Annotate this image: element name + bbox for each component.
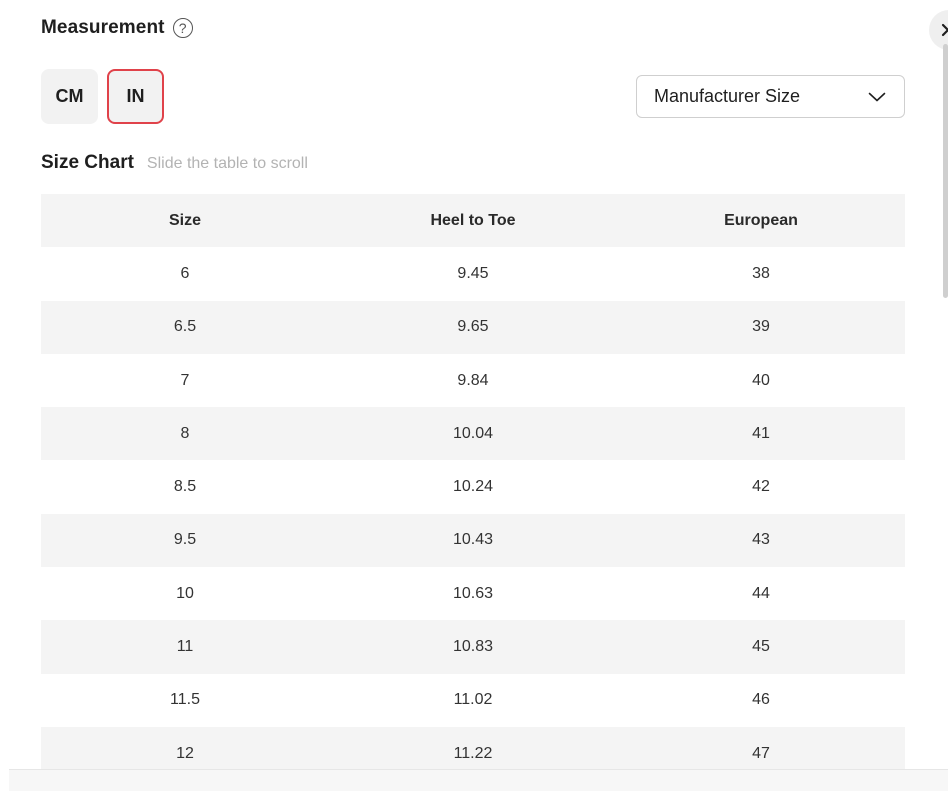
cell-size: 11.5 [41, 673, 329, 727]
size-type-select[interactable]: Manufacturer Size [636, 75, 905, 118]
table-row: 12 11.22 47 [41, 726, 905, 770]
size-table-scroller[interactable]: Size Heel to Toe European 6 9.45 38 6.5 9.65… [41, 194, 905, 770]
cell-european: 39 [617, 300, 905, 354]
table-header-row: Size Heel to Toe European [41, 194, 905, 248]
scrollbar-thumb[interactable] [943, 44, 948, 298]
table-row: 10 10.63 44 [41, 567, 905, 621]
cell-size: 10 [41, 567, 329, 621]
table-row: 7 9.84 40 [41, 353, 905, 408]
table-row: 11 10.83 45 [41, 620, 905, 674]
size-chart-heading: Size Chart Slide the table to scroll [41, 152, 308, 174]
close-icon [941, 23, 948, 37]
cell-size: 6.5 [41, 300, 329, 354]
size-type-selected: Manufacturer Size [654, 86, 801, 106]
cell-size: 8.5 [41, 460, 329, 514]
cell-size: 6 [41, 247, 329, 301]
cell-heel-to-toe: 9.45 [329, 247, 617, 301]
table-row: 9.5 10.43 43 [41, 513, 905, 568]
cell-size: 8 [41, 407, 329, 461]
header: Measurement ? [41, 14, 193, 42]
cell-heel-to-toe: 10.24 [329, 460, 617, 514]
cell-heel-to-toe: 11.02 [329, 673, 617, 727]
column-header-heel-to-toe: Heel to Toe [329, 194, 617, 248]
table-row: 8.5 10.24 42 [41, 460, 905, 514]
table-body: 6 9.45 38 6.5 9.65 39 7 9.84 40 8 10.04 41 8.5 10.24 4… [41, 247, 905, 770]
cell-european: 47 [617, 726, 905, 770]
cell-heel-to-toe: 10.43 [329, 513, 617, 568]
chevron-down-icon [868, 92, 886, 101]
unit-in-button[interactable]: IN [107, 69, 164, 124]
page-title: Measurement [41, 17, 165, 38]
scroll-hint: Slide the table to scroll [146, 155, 308, 172]
bottom-bar [9, 769, 948, 791]
cell-european: 46 [617, 673, 905, 727]
cell-heel-to-toe: 10.04 [329, 407, 617, 461]
cell-european: 38 [617, 247, 905, 301]
cell-european: 43 [617, 513, 905, 568]
cell-heel-to-toe: 11.22 [329, 726, 617, 770]
column-header-european: European [617, 194, 905, 248]
size-guide-panel: Measurement ? CM IN Manufacturer Size Si… [0, 0, 948, 791]
cell-european: 41 [617, 407, 905, 461]
table-row: 6 9.45 38 [41, 247, 905, 301]
cell-size: 11 [41, 620, 329, 674]
cell-heel-to-toe: 10.63 [329, 567, 617, 621]
cell-size: 7 [41, 353, 329, 408]
cell-european: 40 [617, 353, 905, 408]
help-icon[interactable]: ? [172, 18, 193, 38]
size-table: Size Heel to Toe European 6 9.45 38 6.5 9.65… [41, 194, 905, 770]
cell-heel-to-toe: 9.65 [329, 300, 617, 354]
cell-size: 9.5 [41, 513, 329, 568]
unit-cm-button[interactable]: CM [41, 69, 98, 124]
cell-european: 42 [617, 460, 905, 514]
table-row: 8 10.04 41 [41, 407, 905, 461]
cell-european: 45 [617, 620, 905, 674]
size-chart-title: Size Chart [41, 152, 134, 173]
cell-heel-to-toe: 9.84 [329, 353, 617, 408]
cell-heel-to-toe: 10.83 [329, 620, 617, 674]
table-row: 6.5 9.65 39 [41, 300, 905, 354]
table-row: 11.5 11.02 46 [41, 673, 905, 727]
cell-european: 44 [617, 567, 905, 621]
column-header-size: Size [41, 194, 329, 248]
cell-size: 12 [41, 726, 329, 770]
